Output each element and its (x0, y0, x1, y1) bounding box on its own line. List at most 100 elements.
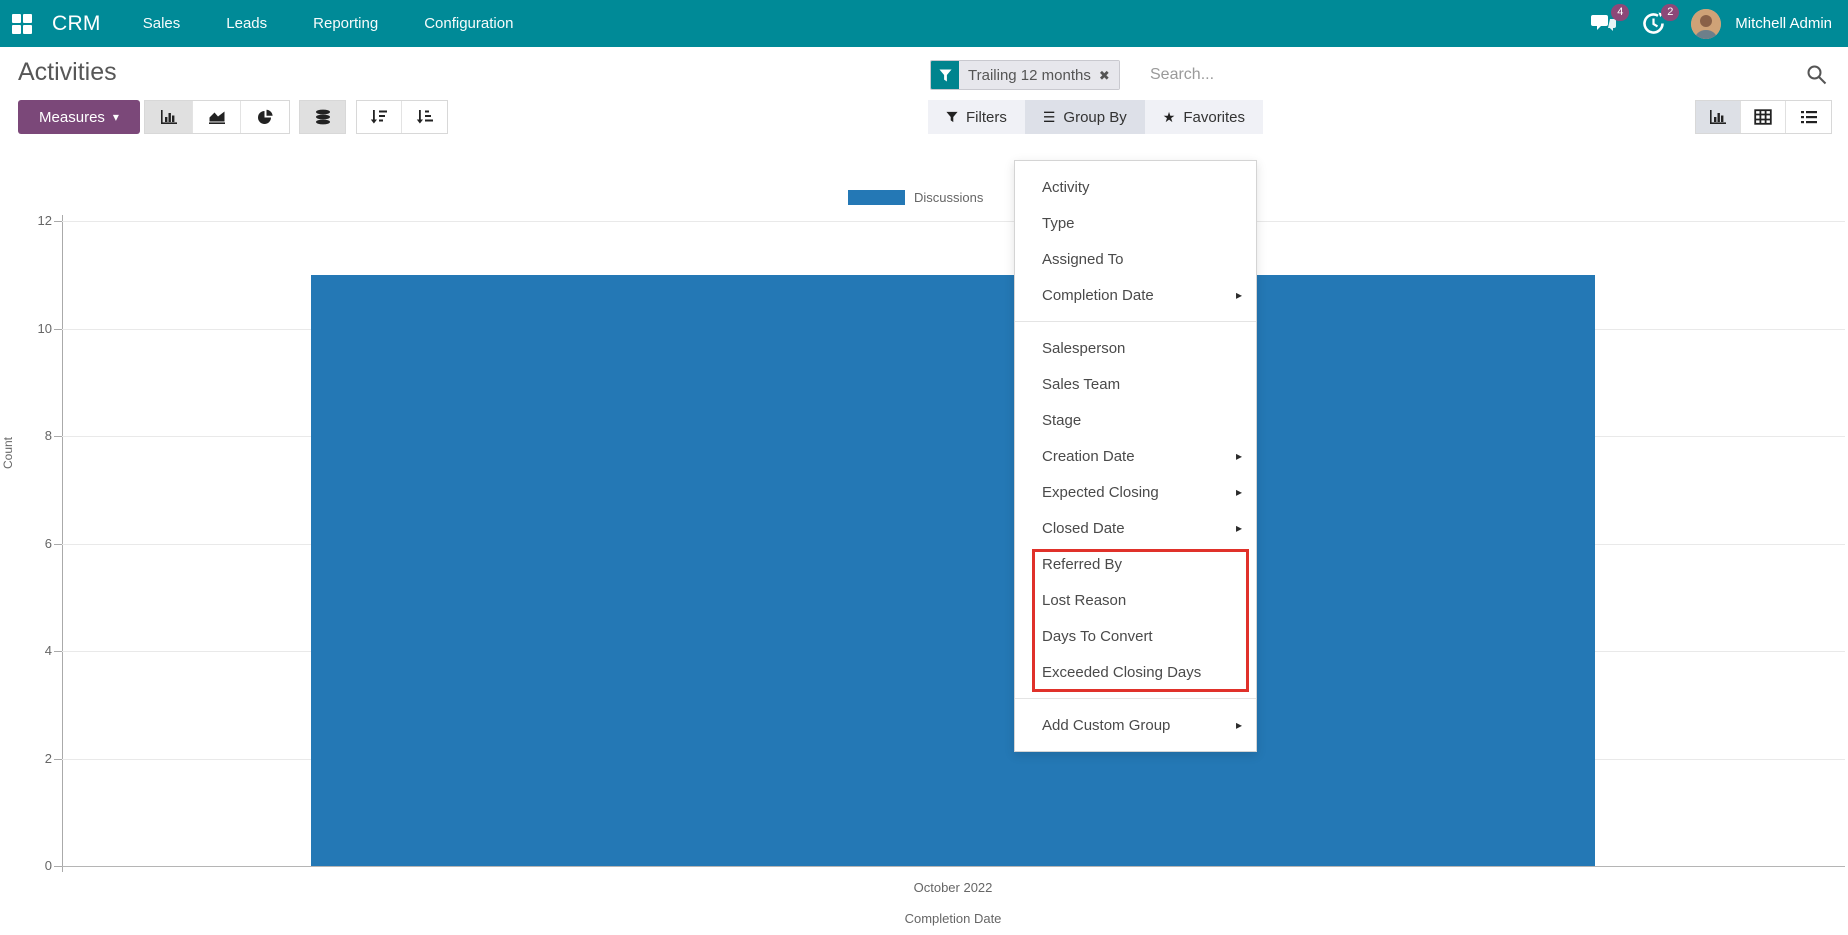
nav-item-leads[interactable]: Leads (226, 15, 267, 32)
area-chart-button[interactable] (193, 101, 241, 133)
sort-descending-button[interactable] (357, 101, 402, 133)
measures-button[interactable]: Measures ▾ (18, 100, 140, 134)
view-switcher (1695, 100, 1832, 134)
y-tick-label: 0 (16, 858, 52, 873)
avatar (1691, 9, 1721, 39)
menu-item-salesperson[interactable]: Salesperson (1015, 330, 1256, 366)
menu-item-label: Activity (1042, 179, 1090, 196)
search-facet: Trailing 12 months ✖ (930, 60, 1120, 90)
menu-item-referred-by[interactable]: Referred By (1015, 546, 1256, 582)
search-icon[interactable] (1806, 64, 1827, 85)
messages-badge: 4 (1611, 4, 1629, 21)
apps-grid-square (23, 14, 32, 23)
menu-item-closed-date[interactable]: Closed Date ▸ (1015, 510, 1256, 546)
group-by-button[interactable]: ☰ Group By (1025, 100, 1145, 134)
pivot-view-button[interactable] (1741, 101, 1786, 133)
search-options: Filters ☰ Group By ★ Favorites (928, 100, 1263, 134)
user-name: Mitchell Admin (1735, 15, 1832, 32)
top-navbar: CRM Sales Leads Reporting Configuration … (0, 0, 1848, 47)
nav-item-configuration[interactable]: Configuration (424, 15, 513, 32)
nav-item-sales[interactable]: Sales (143, 15, 181, 32)
y-tick-label: 12 (16, 213, 52, 228)
stacked-database-icon (314, 109, 332, 125)
menu-item-days-to-convert[interactable]: Days To Convert (1015, 618, 1256, 654)
sort-descending-icon (370, 109, 388, 125)
y-tick (54, 866, 62, 867)
submenu-arrow-icon: ▸ (1236, 288, 1242, 302)
pivot-table-icon (1754, 109, 1772, 125)
menu-item-label: Type (1042, 215, 1075, 232)
menu-item-add-custom-group[interactable]: Add Custom Group ▸ (1015, 707, 1256, 743)
menu-divider (1015, 321, 1256, 322)
stacked-toggle-button[interactable] (300, 101, 345, 133)
bar-discussions[interactable] (311, 275, 1595, 866)
favorites-button[interactable]: ★ Favorites (1145, 100, 1263, 134)
bar-chart-button[interactable] (145, 101, 193, 133)
facet-body: Trailing 12 months ✖ (959, 61, 1119, 89)
apps-menu-icon[interactable] (12, 14, 32, 34)
y-tick (54, 329, 62, 330)
menu-item-exceeded-closing-days[interactable]: Exceeded Closing Days (1015, 654, 1256, 690)
menu-item-lost-reason[interactable]: Lost Reason (1015, 582, 1256, 618)
submenu-arrow-icon: ▸ (1236, 485, 1242, 499)
menu-item-label: Creation Date (1042, 448, 1135, 465)
list-view-button[interactable] (1786, 101, 1831, 133)
chart-type-group (144, 100, 290, 134)
menu-item-assigned-to[interactable]: Assigned To (1015, 241, 1256, 277)
sort-ascending-button[interactable] (402, 101, 447, 133)
activities-button[interactable]: 2 (1641, 11, 1667, 37)
submenu-arrow-icon: ▸ (1236, 521, 1242, 535)
y-tick (54, 544, 62, 545)
menu-item-label: Stage (1042, 412, 1081, 429)
navbar-right: 4 2 Mitchell Admin (1591, 9, 1832, 39)
pie-chart-button[interactable] (241, 101, 289, 133)
menu-item-label: Exceeded Closing Days (1042, 664, 1201, 681)
menu-item-label: Add Custom Group (1042, 717, 1170, 734)
filters-funnel-icon (946, 111, 958, 123)
menu-item-label: Closed Date (1042, 520, 1125, 537)
y-tick-label: 8 (16, 428, 52, 443)
menu-item-label: Sales Team (1042, 376, 1120, 393)
apps-grid-square (12, 14, 21, 23)
menu-item-label: Expected Closing (1042, 484, 1159, 501)
nav-item-reporting[interactable]: Reporting (313, 15, 378, 32)
sort-ascending-icon (416, 109, 434, 125)
menu-item-completion-date[interactable]: Completion Date ▸ (1015, 277, 1256, 313)
apps-grid-square (23, 25, 32, 34)
graph-view-button[interactable] (1696, 101, 1741, 133)
menu-item-expected-closing[interactable]: Expected Closing ▸ (1015, 474, 1256, 510)
x-tick-label: October 2022 (753, 880, 1153, 895)
menu-item-type[interactable]: Type (1015, 205, 1256, 241)
user-menu[interactable]: Mitchell Admin (1691, 9, 1832, 39)
menu-item-label: Referred By (1042, 556, 1122, 573)
menu-item-label: Days To Convert (1042, 628, 1153, 645)
bar-chart-icon (160, 109, 178, 125)
menu-divider (1015, 698, 1256, 699)
filter-funnel-icon (931, 61, 959, 89)
filters-button[interactable]: Filters (928, 100, 1025, 134)
facet-label: Trailing 12 months (968, 67, 1091, 84)
graph-view-icon (1709, 109, 1727, 125)
menu-item-activity[interactable]: Activity (1015, 169, 1256, 205)
y-axis-title: Count (1, 421, 15, 485)
menu-item-stage[interactable]: Stage (1015, 402, 1256, 438)
chart-plot-area: 12 10 8 6 4 2 0 (0, 221, 1848, 866)
menu-item-label: Salesperson (1042, 340, 1125, 357)
messages-button[interactable]: 4 (1591, 11, 1617, 37)
pie-chart-icon (257, 109, 274, 126)
nav-menu: Sales Leads Reporting Configuration (143, 15, 514, 32)
legend-item-discussions[interactable]: Discussions (848, 190, 983, 205)
menu-item-sales-team[interactable]: Sales Team (1015, 366, 1256, 402)
group-by-hamburger-icon: ☰ (1043, 109, 1056, 126)
gridline (62, 221, 1845, 222)
app-name[interactable]: CRM (52, 12, 101, 36)
area-chart-icon (208, 109, 226, 125)
y-tick (54, 221, 62, 222)
legend-swatch (848, 190, 905, 205)
menu-item-label: Assigned To (1042, 251, 1123, 268)
facet-close-icon[interactable]: ✖ (1099, 69, 1110, 82)
y-tick-label: 10 (16, 321, 52, 336)
search-input[interactable] (1150, 60, 1710, 90)
y-tick (54, 759, 62, 760)
menu-item-creation-date[interactable]: Creation Date ▸ (1015, 438, 1256, 474)
